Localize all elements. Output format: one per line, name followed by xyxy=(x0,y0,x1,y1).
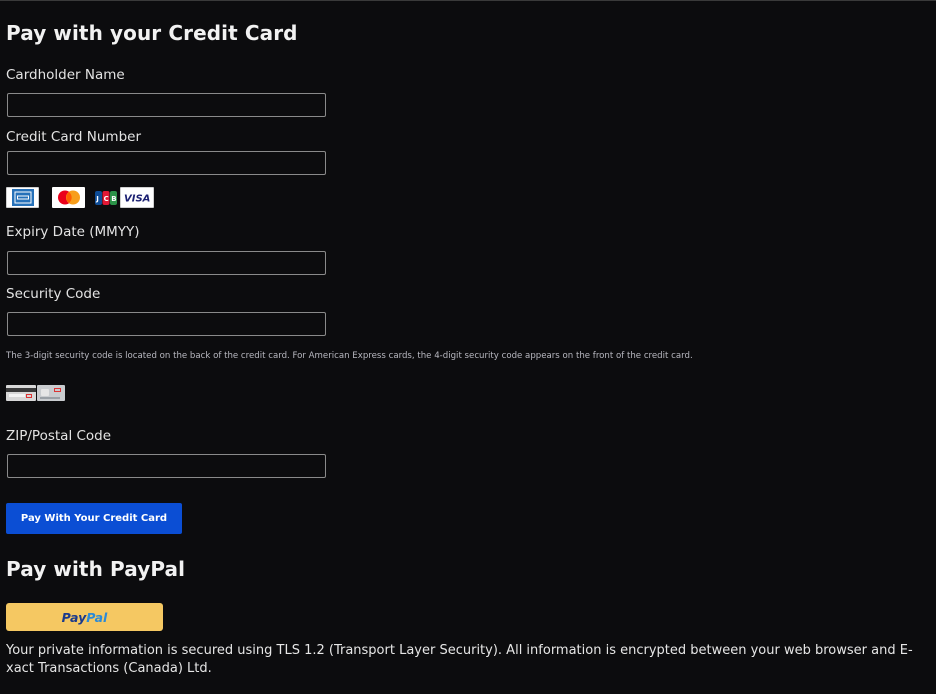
jcb-logo-icon: J C B xyxy=(95,188,117,207)
amex-front-cid-image xyxy=(37,385,65,401)
cardholder-name-label: Cardholder Name xyxy=(6,67,125,83)
card-number-label: Credit Card Number xyxy=(6,129,141,145)
svg-text:VISA: VISA xyxy=(124,194,150,205)
paypal-logo-pal: Pal xyxy=(86,609,108,625)
security-code-input[interactable] xyxy=(7,312,326,336)
accepted-cards-row: J C B VISA xyxy=(6,187,166,208)
expiry-date-input[interactable] xyxy=(7,251,326,275)
card-number-input[interactable] xyxy=(7,151,326,175)
security-note: Your private information is secured usin… xyxy=(6,643,913,676)
svg-text:C: C xyxy=(104,195,109,203)
security-code-help-text: The 3-digit security code is located on … xyxy=(6,351,693,361)
expiry-date-label: Expiry Date (MMYY) xyxy=(6,224,140,240)
postal-code-input[interactable] xyxy=(7,454,326,478)
pay-with-credit-card-button[interactable]: Pay With Your Credit Card xyxy=(6,503,182,534)
card-back-cvv-image xyxy=(6,385,36,401)
postal-code-label: ZIP/Postal Code xyxy=(6,428,112,444)
amex-logo-icon xyxy=(6,187,39,208)
mastercard-logo-icon xyxy=(52,187,85,208)
cardholder-name-input[interactable] xyxy=(7,93,326,117)
paypal-section-title: Pay with PayPal xyxy=(6,557,186,581)
visa-logo-icon: VISA xyxy=(120,187,154,208)
credit-card-section-title: Pay with your Credit Card xyxy=(6,21,298,45)
paypal-logo-pay: Pay xyxy=(61,609,87,625)
svg-text:J: J xyxy=(95,195,99,203)
security-code-label: Security Code xyxy=(6,286,101,302)
paypal-button[interactable]: Pay Pal xyxy=(6,603,163,631)
svg-text:B: B xyxy=(111,195,116,203)
